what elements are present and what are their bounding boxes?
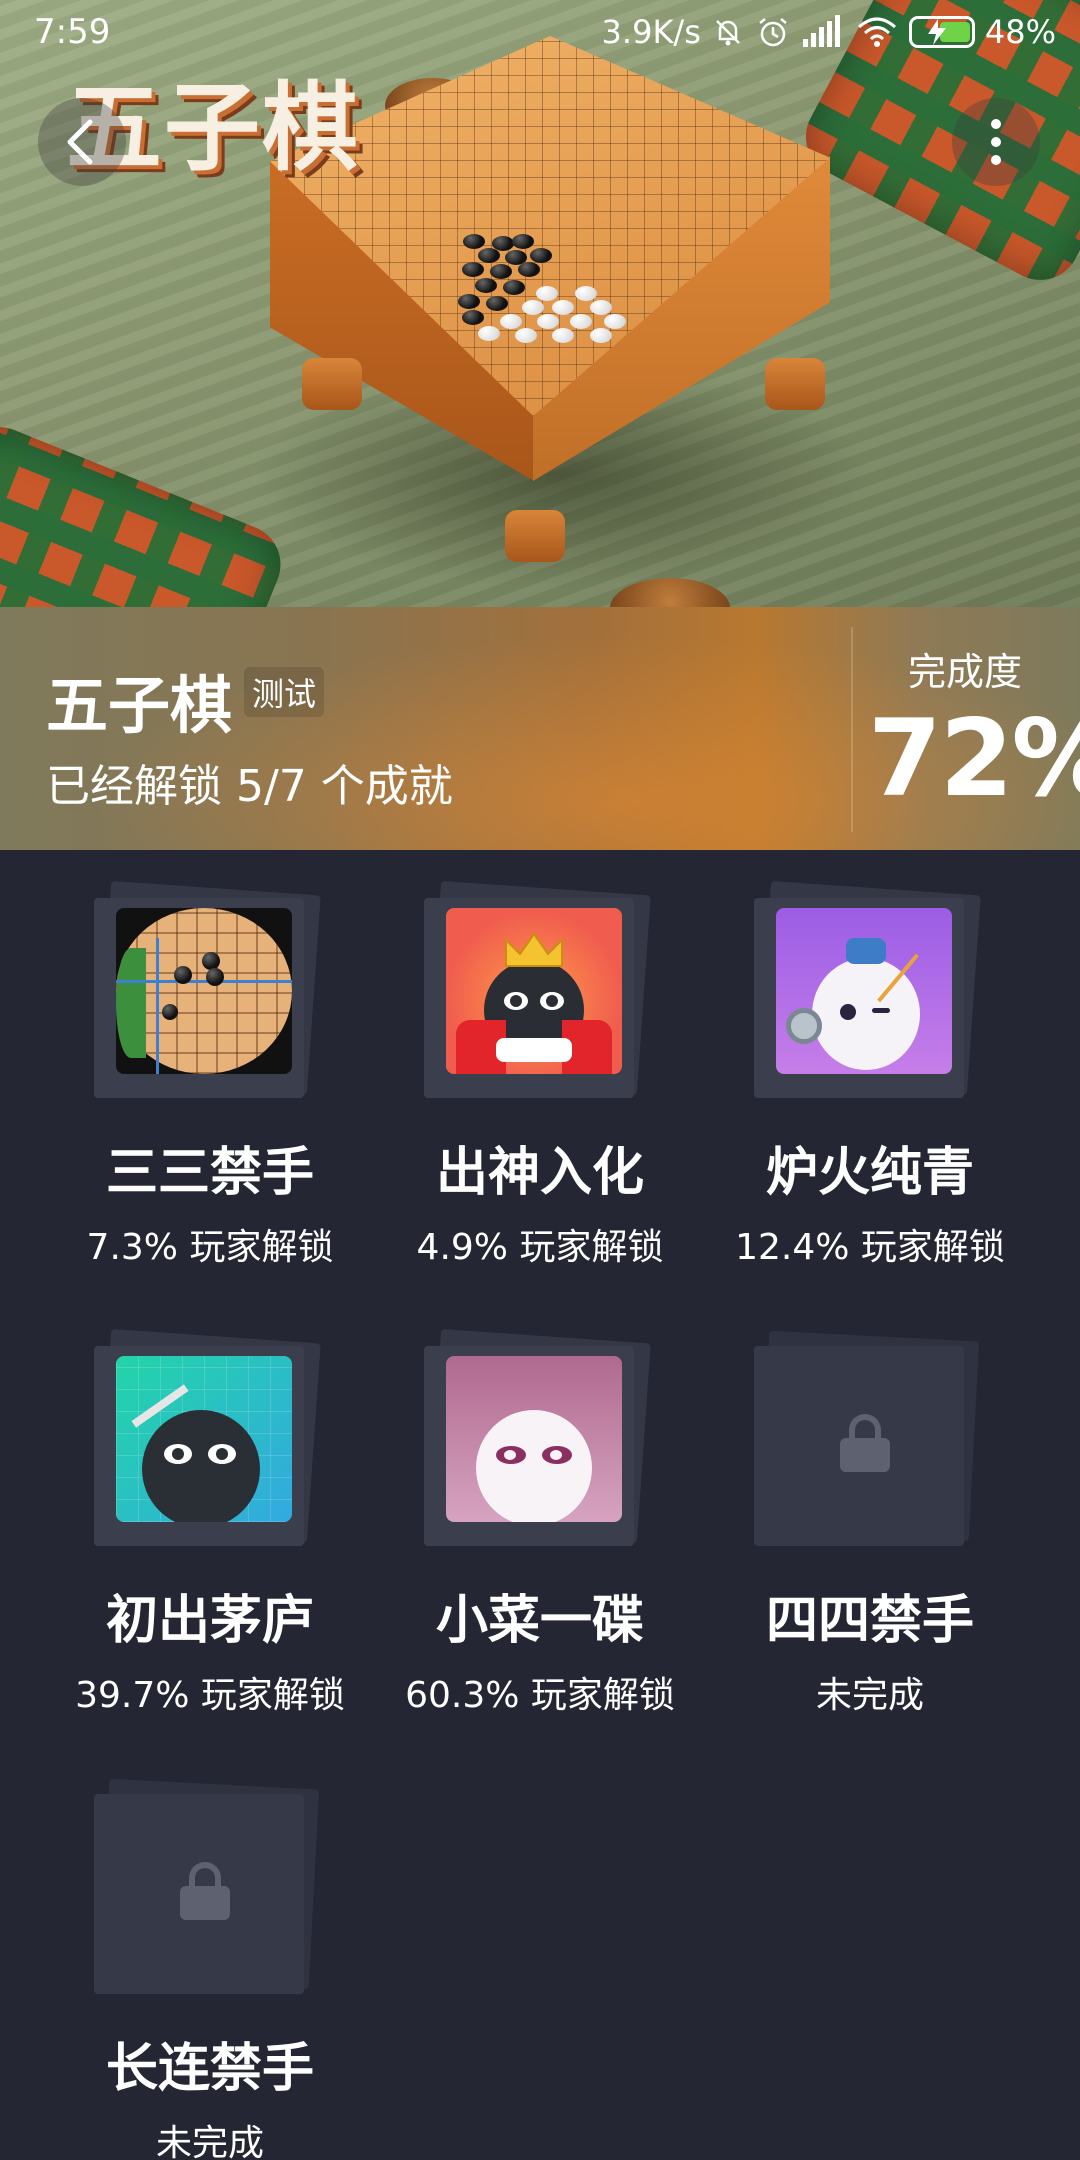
mute-bell-icon <box>715 20 740 46</box>
unlocked-count: 已经解锁 5/7 个成就 <box>46 761 453 812</box>
status-icons: 3.9K/s 48% <box>602 10 1056 54</box>
achievement-icon <box>94 1328 324 1546</box>
hero-banner: 五子棋 <box>0 0 1080 607</box>
battery-charging-icon <box>908 16 975 48</box>
achievement-name: 出神入化 <box>435 1143 644 1203</box>
wifi-icon <box>857 17 896 47</box>
achievement-stat: 60.3% 玩家解锁 <box>405 1675 675 1716</box>
achievement-stat: 4.9% 玩家解锁 <box>416 1227 664 1268</box>
back-arrow-icon <box>67 119 93 165</box>
achievement-card-locked[interactable]: 长连禁手 未完成 <box>45 1764 375 2160</box>
achievement-stat: 未完成 <box>815 1675 924 1716</box>
achievement-icon <box>754 1330 984 1546</box>
game-summary: 五子棋 测试 已经解锁 5/7 个成就 完成度 72% <box>0 607 1080 850</box>
status-time: 7:59 <box>34 12 111 52</box>
lock-icon <box>180 1862 230 1920</box>
achievement-name: 初出茅庐 <box>105 1591 314 1651</box>
game-title: 五子棋 <box>46 669 233 742</box>
completion-percent: 72% <box>868 697 1080 820</box>
battery-percent: 48% <box>984 13 1056 51</box>
achievement-card[interactable]: 出神入化 4.9% 玩家解锁 <box>375 868 705 1288</box>
king-ghost-icon <box>446 908 622 1074</box>
achievement-icon <box>424 1328 654 1546</box>
achievement-stat: 39.7% 玩家解锁 <box>75 1675 345 1716</box>
board-leg <box>302 358 362 410</box>
achievement-name: 长连禁手 <box>105 2039 314 2099</box>
achievement-card[interactable]: 初出茅庐 39.7% 玩家解锁 <box>45 1316 375 1736</box>
board-closeup-icon <box>116 908 292 1074</box>
lock-icon <box>840 1414 890 1472</box>
status-bar: 7:59 3.9K/s 48% <box>0 0 1080 66</box>
achievement-icon <box>94 1778 324 1994</box>
achievement-icon <box>754 880 984 1098</box>
achievement-card-locked[interactable]: 四四禁手 未完成 <box>705 1316 1035 1736</box>
sword-ghost-icon <box>116 1356 292 1522</box>
signal-icon <box>802 15 840 47</box>
achievement-stat: 12.4% 玩家解锁 <box>735 1227 1005 1268</box>
back-button[interactable] <box>38 98 126 186</box>
achievement-card[interactable]: 三三禁手 7.3% 玩家解锁 <box>45 868 375 1288</box>
achievement-card[interactable]: 炉火纯青 12.4% 玩家解锁 <box>705 868 1035 1288</box>
board-leg <box>765 358 825 410</box>
more-options-button[interactable] <box>952 98 1040 186</box>
achievement-icon <box>94 880 324 1098</box>
winking-ghost-icon <box>776 908 952 1074</box>
achievement-name: 四四禁手 <box>765 1591 974 1651</box>
divider <box>851 627 853 832</box>
more-vertical-icon <box>991 119 1001 165</box>
network-speed: 3.9K/s <box>601 13 701 51</box>
completion-label: 完成度 <box>908 650 1023 694</box>
achievement-icon <box>424 880 654 1098</box>
achievement-stat: 7.3% 玩家解锁 <box>86 1227 334 1268</box>
achievement-card[interactable]: 小菜一碟 60.3% 玩家解锁 <box>375 1316 705 1736</box>
achievement-stat: 未完成 <box>155 2123 264 2160</box>
alarm-icon <box>759 18 787 47</box>
achievement-name: 三三禁手 <box>105 1143 314 1203</box>
test-tag: 测试 <box>244 667 325 717</box>
white-ghost-icon <box>446 1356 622 1522</box>
achievement-name: 炉火纯青 <box>765 1143 974 1203</box>
board-leg <box>505 510 565 562</box>
achievement-name: 小菜一碟 <box>435 1591 644 1651</box>
